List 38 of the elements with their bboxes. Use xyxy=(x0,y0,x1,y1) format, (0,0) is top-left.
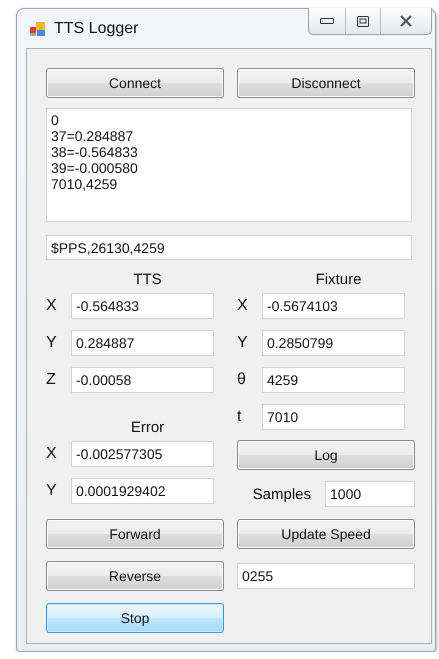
connect-button[interactable]: Connect xyxy=(46,68,224,98)
axis-label: Y xyxy=(46,482,58,500)
minimize-icon xyxy=(320,18,334,24)
axis-label: Y xyxy=(237,334,249,352)
sentence-field[interactable]: $PPS,26130,4259 xyxy=(46,235,412,260)
axis-label: X xyxy=(46,445,58,463)
speed-field[interactable]: 0255 xyxy=(237,563,415,589)
disconnect-button[interactable]: Disconnect xyxy=(237,68,415,98)
axis-label: X xyxy=(46,297,58,315)
section-heading: Fixture xyxy=(316,270,362,290)
maximize-icon xyxy=(357,16,369,26)
value-field[interactable]: -0.00058 xyxy=(71,367,214,393)
value-field[interactable]: -0.5674103 xyxy=(262,293,405,319)
axis-label: t xyxy=(237,408,242,426)
axis-label: θ xyxy=(237,371,247,389)
section-heading: Error xyxy=(130,418,164,438)
axis-label: Z xyxy=(46,371,57,389)
forward-button[interactable]: Forward xyxy=(46,519,224,549)
update-speed-button[interactable]: Update Speed xyxy=(237,519,415,549)
stop-button[interactable]: Stop xyxy=(46,603,224,633)
value-field[interactable]: -0.564833 xyxy=(71,293,214,319)
reverse-button[interactable]: Reverse xyxy=(46,561,224,591)
section-heading: TTS xyxy=(133,270,162,290)
value-field[interactable]: -0.002577305 xyxy=(71,441,214,467)
close-icon xyxy=(399,15,413,27)
value-field[interactable]: 0.2850799 xyxy=(262,330,405,356)
value-field[interactable]: 0.284887 xyxy=(71,330,214,356)
samples-field[interactable]: 1000 xyxy=(325,481,415,507)
axis-label: X xyxy=(237,297,249,315)
value-field[interactable]: 4259 xyxy=(262,367,405,393)
app-icon xyxy=(30,20,46,36)
window-title: TTS Logger xyxy=(54,20,138,38)
log-text-area[interactable]: 0 37=0.284887 38=-0.564833 39=-0.000580 7010,4259 xyxy=(46,108,412,222)
value-field[interactable]: 7010 xyxy=(262,404,405,430)
log-button[interactable]: Log xyxy=(237,440,415,470)
value-field[interactable]: 0.0001929402 xyxy=(71,478,214,504)
axis-label: Y xyxy=(46,334,58,352)
samples-label: Samples xyxy=(252,486,311,502)
